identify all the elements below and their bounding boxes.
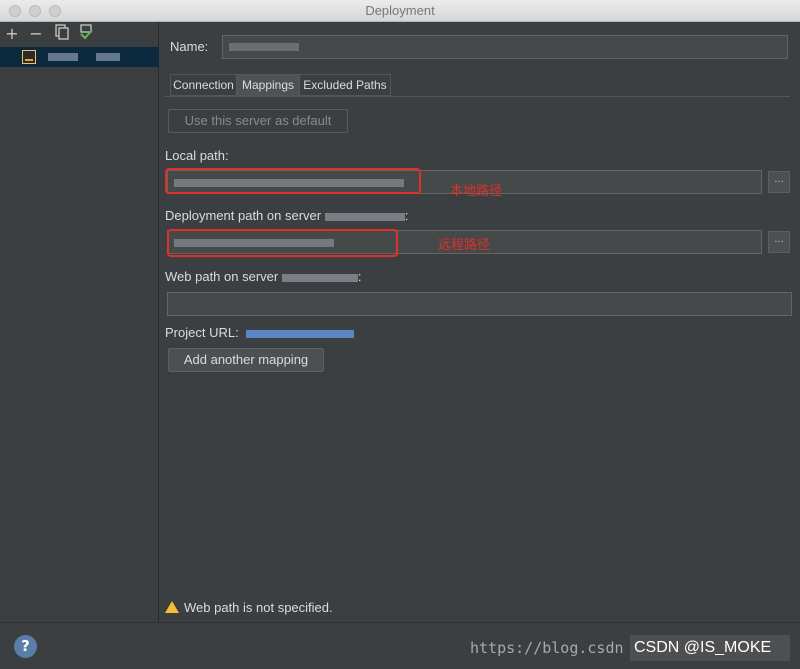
redacted-name-value xyxy=(229,43,299,51)
deployment-path-colon: : xyxy=(404,208,409,223)
csdn-watermark-badge: CSDN @IS_MOKE xyxy=(630,635,790,661)
web-path-label-text: Web path on server xyxy=(165,269,279,284)
redacted-web-server-ref xyxy=(281,273,358,282)
add-server-button[interactable]: + xyxy=(3,24,21,44)
tab-excluded-paths[interactable]: Excluded Paths xyxy=(299,74,391,96)
watermark-url: https://blog.csdn xyxy=(470,639,624,657)
redacted-server-name-2 xyxy=(96,53,120,61)
server-list-toolbar: + − xyxy=(0,22,159,46)
server-list-item[interactable] xyxy=(0,47,159,67)
local-path-label: Local path: xyxy=(165,148,229,163)
browse-local-path-button[interactable]: ... xyxy=(768,171,790,193)
name-label: Name: xyxy=(170,39,209,54)
remote-path-note: 远程路径 xyxy=(438,238,491,253)
title-bar: Deployment xyxy=(0,0,800,22)
help-button[interactable]: ? xyxy=(14,635,37,658)
deployment-path-label-text: Deployment path on server xyxy=(165,208,322,223)
set-default-server-icon[interactable] xyxy=(77,24,95,44)
project-url-label: Project URL: xyxy=(165,325,355,340)
redacted-server-name xyxy=(48,53,78,61)
window-title: Deployment xyxy=(365,3,435,18)
deployment-path-highlight xyxy=(167,229,398,257)
warning-icon xyxy=(165,601,179,613)
sftp-server-icon xyxy=(22,50,36,64)
redacted-project-url xyxy=(246,329,355,338)
warning-text: Web path is not specified. xyxy=(184,600,333,615)
tab-connection[interactable]: Connection xyxy=(170,74,237,96)
project-url-label-text: Project URL: xyxy=(165,325,239,340)
local-path-note: 本地路径 xyxy=(450,184,503,199)
use-as-default-button[interactable]: Use this server as default xyxy=(168,109,348,133)
tab-divider xyxy=(164,96,790,97)
remove-server-button[interactable]: − xyxy=(27,24,45,44)
add-another-mapping-button[interactable]: Add another mapping xyxy=(168,348,324,372)
web-path-label: Web path on server : xyxy=(165,269,361,284)
deployment-window: Deployment + − Name: Connection Mappings… xyxy=(0,0,800,669)
server-list-panel: + − xyxy=(0,22,159,622)
warning-message: Web path is not specified. xyxy=(165,600,333,615)
browse-deployment-path-button[interactable]: ... xyxy=(768,231,790,253)
web-path-colon: : xyxy=(357,269,362,284)
copy-server-icon[interactable] xyxy=(53,24,71,44)
dialog-footer: ? https://blog.csdn CSDN @IS_MOKE xyxy=(0,622,800,669)
tab-mappings[interactable]: Mappings xyxy=(237,74,299,96)
web-path-input[interactable] xyxy=(167,292,792,316)
local-path-highlight xyxy=(165,168,421,194)
server-settings-panel: Name: Connection Mappings Excluded Paths… xyxy=(160,22,800,622)
redacted-server-ref xyxy=(324,212,405,221)
server-name-input[interactable] xyxy=(222,35,788,59)
deployment-path-label: Deployment path on server : xyxy=(165,208,408,223)
